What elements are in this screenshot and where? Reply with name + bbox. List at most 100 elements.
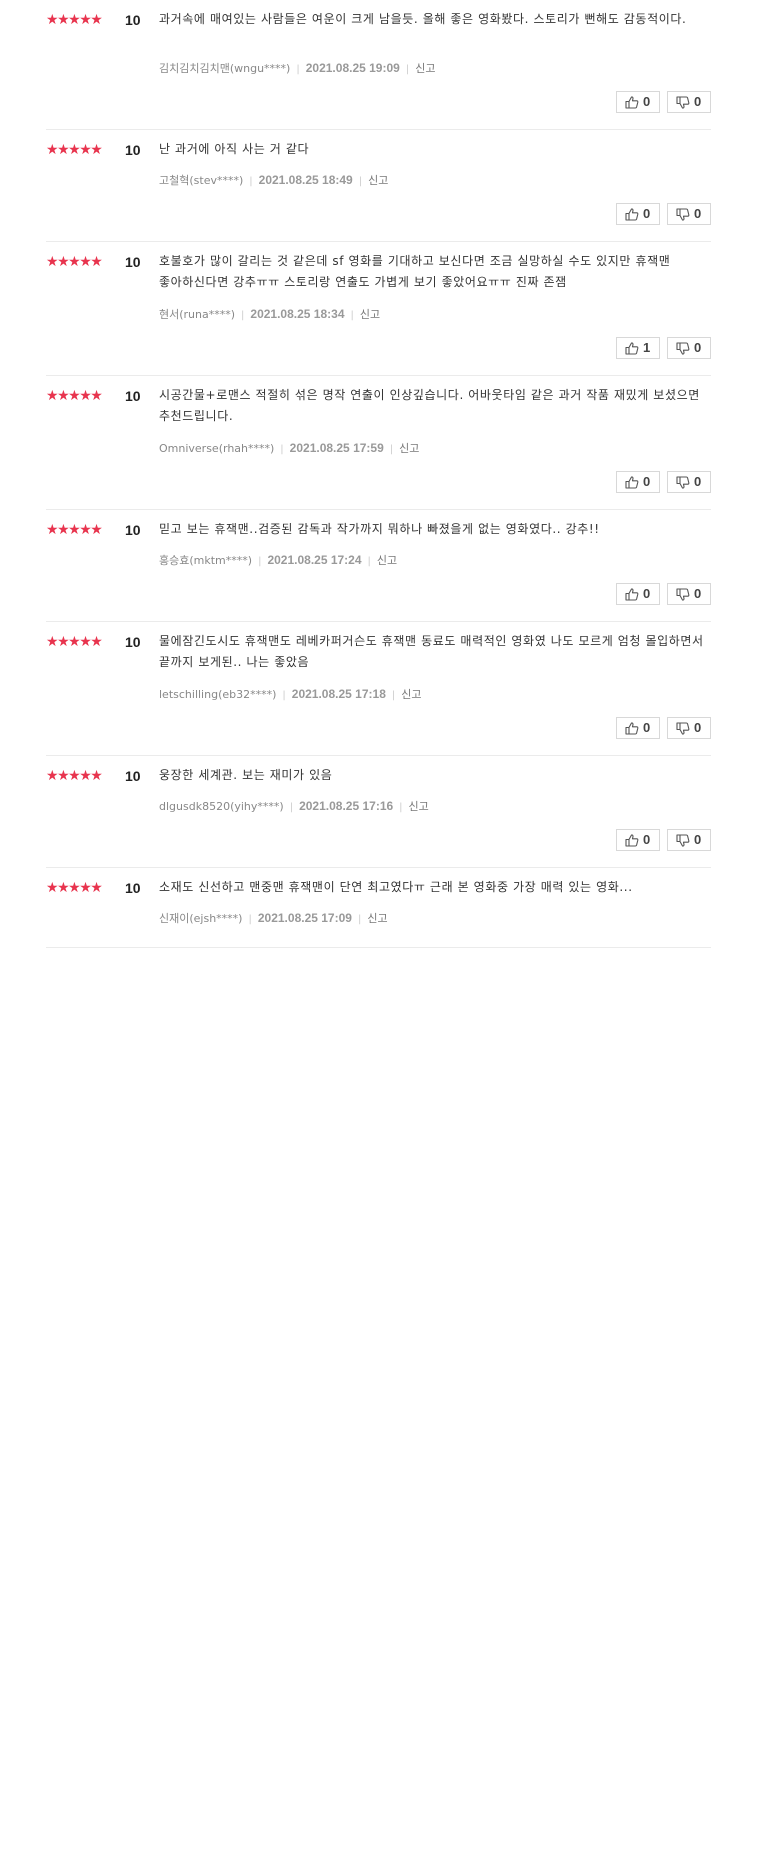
- vote-buttons: 00: [609, 91, 711, 113]
- dislike-button[interactable]: 0: [667, 91, 711, 113]
- review-date: 2021.08.25 18:34: [250, 307, 345, 321]
- star-icon: ★: [68, 522, 81, 538]
- star-icon: ★: [90, 142, 103, 158]
- star-icon: ★: [79, 12, 92, 28]
- rating-stars: ★★★★★: [46, 387, 103, 405]
- star-icon: ★: [68, 880, 81, 896]
- divider: |: [350, 310, 354, 321]
- report-link[interactable]: 신고: [368, 174, 388, 187]
- star-icon: ★: [79, 388, 92, 404]
- vote-buttons: 10: [609, 337, 711, 359]
- star-icon: ★: [46, 634, 59, 650]
- rating-score: 10: [125, 768, 141, 784]
- star-icon: ★: [46, 880, 59, 896]
- dislike-button[interactable]: 0: [667, 337, 711, 359]
- like-button[interactable]: 1: [616, 337, 660, 359]
- report-link[interactable]: 신고: [409, 800, 429, 813]
- star-icon: ★: [68, 12, 81, 28]
- review-item: ★★★★★ 10 웅장한 세계관. 보는 재미가 있음 dlgusdk8520(yih…: [46, 756, 711, 868]
- review-text: 시공간물+로맨스 적절히 섞은 명작 연출이 인상깊습니다. 어바웃타임 같은 …: [159, 388, 700, 423]
- review-text: 과거속에 매여있는 사람들은 여운이 크게 남을듯. 올해 좋은 영화봤다. 스…: [159, 12, 687, 26]
- like-count: 0: [643, 206, 651, 221]
- star-icon: ★: [79, 880, 92, 896]
- author-name[interactable]: 홍승효(mktm****): [159, 554, 252, 567]
- star-icon: ★: [79, 768, 92, 784]
- report-link[interactable]: 신고: [399, 442, 419, 455]
- star-icon: ★: [57, 634, 70, 650]
- dislike-button[interactable]: 0: [667, 829, 711, 851]
- divider: |: [289, 802, 294, 813]
- review-meta: letschilling(eb32****) | 2021.08.25 17:18 |…: [159, 686, 422, 704]
- author-name[interactable]: 김치김치김치맨(wngu****): [159, 62, 290, 75]
- dislike-count: 0: [694, 206, 702, 221]
- review-meta: 현서(runa****) | 2021.08.25 18:34 | 신고: [159, 306, 380, 324]
- divider: |: [358, 176, 363, 187]
- review-date: 2021.08.25 17:24: [267, 553, 362, 567]
- review-meta: 김치김치김치맨(wngu****) | 2021.08.25 19:09 | 신고: [159, 60, 435, 78]
- vote-buttons: 00: [609, 829, 711, 851]
- author-name[interactable]: letschilling(eb32****): [159, 688, 276, 701]
- like-count: 1: [643, 340, 651, 355]
- like-button[interactable]: 0: [616, 91, 660, 113]
- review-date: 2021.08.25 19:09: [305, 61, 400, 75]
- dislike-count: 0: [694, 94, 702, 109]
- like-button[interactable]: 0: [616, 471, 660, 493]
- review-meta: Omniverse(rhah****) | 2021.08.25 17:59 | 신고: [159, 440, 419, 458]
- review-date: 2021.08.25 17:16: [299, 799, 394, 813]
- star-icon: ★: [90, 388, 103, 404]
- star-icon: ★: [46, 768, 59, 784]
- author-name[interactable]: Omniverse(rhah****): [159, 442, 274, 455]
- author-name[interactable]: 고철혁(stev****): [159, 174, 243, 187]
- divider: |: [249, 176, 253, 187]
- rating-stars: ★★★★★: [46, 879, 103, 897]
- dislike-count: 0: [694, 720, 702, 735]
- vote-buttons: 00: [609, 471, 711, 493]
- star-icon: ★: [57, 142, 70, 158]
- star-icon: ★: [46, 12, 59, 28]
- like-button[interactable]: 0: [616, 717, 660, 739]
- star-icon: ★: [57, 880, 70, 896]
- review-item: ★★★★★ 10 호불호가 많이 갈리는 것 같은데 sf 영화를 기대하고 보신다…: [46, 242, 711, 376]
- star-icon: ★: [46, 142, 59, 158]
- star-icon: ★: [57, 254, 70, 270]
- dislike-button[interactable]: 0: [667, 203, 711, 225]
- divider: |: [296, 64, 300, 75]
- review-item: ★★★★★ 10 시공간물+로맨스 적절히 섞은 명작 연출이 인상깊습니다. 어바…: [46, 376, 711, 510]
- like-count: 0: [643, 586, 651, 601]
- star-icon: ★: [79, 254, 92, 270]
- star-icon: ★: [68, 634, 81, 650]
- review-date: 2021.08.25 18:49: [258, 173, 353, 187]
- like-button[interactable]: 0: [616, 829, 660, 851]
- review-item: ★★★★★ 10 믿고 보는 휴잭맨..검증된 감독과 작가까지 뭐하나 빠졌을게 …: [46, 510, 711, 622]
- report-link[interactable]: 신고: [415, 62, 435, 75]
- like-button[interactable]: 0: [616, 203, 660, 225]
- dislike-button[interactable]: 0: [667, 471, 711, 493]
- report-link[interactable]: 신고: [360, 308, 380, 321]
- rating-score: 10: [125, 254, 141, 270]
- author-name[interactable]: dlgusdk8520(yihy****): [159, 800, 284, 813]
- report-link[interactable]: 신고: [367, 912, 387, 925]
- star-icon: ★: [57, 12, 70, 28]
- divider: |: [357, 914, 362, 925]
- rating-stars: ★★★★★: [46, 521, 103, 539]
- like-count: 0: [643, 720, 651, 735]
- dislike-count: 0: [694, 586, 702, 601]
- rating-score: 10: [125, 388, 141, 404]
- like-button[interactable]: 0: [616, 583, 660, 605]
- star-icon: ★: [68, 388, 81, 404]
- review-text: 웅장한 세계관. 보는 재미가 있음: [159, 768, 333, 782]
- star-icon: ★: [57, 522, 70, 538]
- author-name[interactable]: 현서(runa****): [159, 308, 235, 321]
- star-icon: ★: [79, 142, 92, 158]
- author-name[interactable]: 신재이(ejsh****): [159, 912, 242, 925]
- report-link[interactable]: 신고: [377, 554, 397, 567]
- review-meta: 고철혁(stev****) | 2021.08.25 18:49 | 신고: [159, 172, 388, 190]
- star-icon: ★: [68, 254, 81, 270]
- dislike-button[interactable]: 0: [667, 583, 711, 605]
- divider: |: [241, 310, 245, 321]
- dislike-count: 0: [694, 832, 702, 847]
- dislike-button[interactable]: 0: [667, 717, 711, 739]
- rating-score: 10: [125, 142, 141, 158]
- report-link[interactable]: 신고: [401, 688, 421, 701]
- rating-stars: ★★★★★: [46, 633, 103, 651]
